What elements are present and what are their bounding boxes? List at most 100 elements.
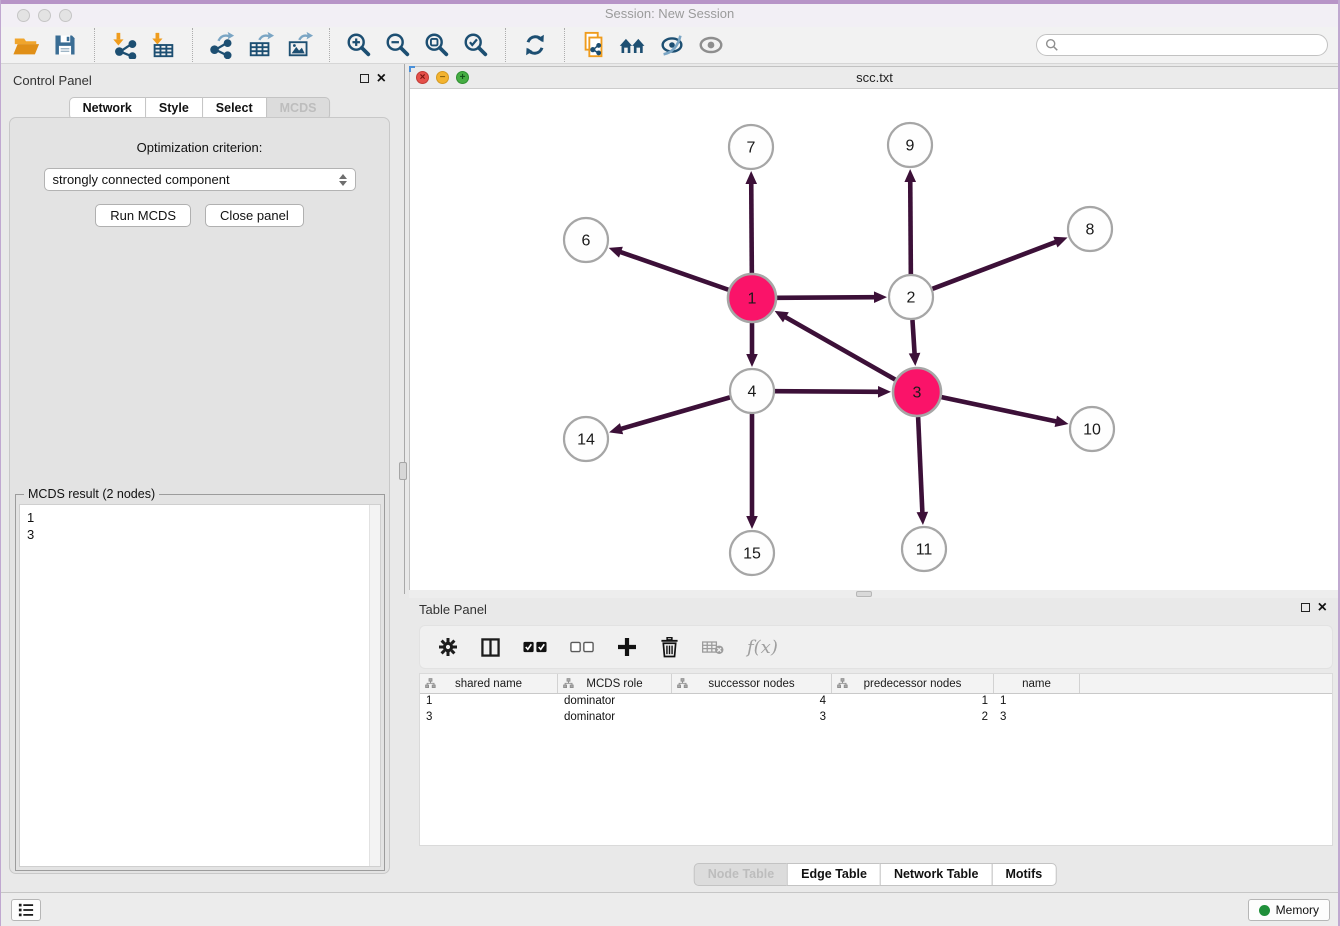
float-panel-icon[interactable]: [360, 74, 369, 83]
homes-icon[interactable]: [618, 30, 648, 60]
graph-node-label: 1: [748, 291, 757, 308]
delete-table-icon[interactable]: [702, 640, 724, 655]
graph-node-label: 8: [1086, 222, 1095, 239]
graph-node-label: 10: [1083, 422, 1101, 439]
tab-node-table[interactable]: Node Table: [694, 863, 788, 886]
table-cell[interactable]: dominator: [558, 694, 672, 710]
zoom-selected-icon[interactable]: [461, 30, 491, 60]
table-row[interactable]: 3dominator323: [420, 710, 1332, 726]
table-cell[interactable]: 4: [672, 694, 832, 710]
graph-edge-2-8[interactable]: [933, 241, 1058, 288]
table-cell[interactable]: 3: [994, 710, 1080, 726]
graph-node-label: 14: [577, 432, 595, 449]
column-header-mcds-role[interactable]: MCDS role: [558, 674, 672, 693]
zoom-out-icon[interactable]: [383, 30, 413, 60]
table-cell[interactable]: 3: [420, 710, 558, 726]
graph-edge-4-3[interactable]: [775, 391, 880, 392]
network-window-titlebar[interactable]: × − + scc.txt: [410, 67, 1339, 89]
zoom-in-icon[interactable]: [344, 30, 374, 60]
graph-edge-2-3[interactable]: [912, 320, 914, 355]
delete-row-trash-icon[interactable]: [660, 637, 679, 658]
edge-arrowhead: [1055, 416, 1069, 427]
control-panel-title: Control Panel: [13, 73, 92, 88]
table-panel-tabs: Node TableEdge TableNetwork TableMotifs: [694, 863, 1057, 886]
splitter-grip[interactable]: [399, 462, 407, 480]
graph-edge-1-7[interactable]: [751, 182, 752, 273]
table-cell[interactable]: 3: [672, 710, 832, 726]
graph-edge-3-10[interactable]: [941, 397, 1057, 422]
duplicate-network-icon[interactable]: [579, 30, 609, 60]
tab-motifs[interactable]: Motifs: [991, 863, 1056, 886]
column-header-predecessor-nodes[interactable]: predecessor nodes: [832, 674, 994, 693]
toolbar-separator: [564, 28, 565, 62]
criterion-dropdown[interactable]: strongly connected component: [44, 168, 356, 191]
graph-edge-3-1[interactable]: [784, 316, 895, 379]
close-panel-icon[interactable]: ×: [377, 74, 386, 83]
table-cell[interactable]: 1: [420, 694, 558, 710]
search-field[interactable]: [1036, 34, 1328, 56]
result-scrollbar[interactable]: [369, 505, 380, 866]
sort-tree-icon: [837, 678, 848, 689]
save-icon[interactable]: [50, 30, 80, 60]
eye-icon[interactable]: [696, 30, 726, 60]
edge-arrowhead: [609, 423, 623, 434]
run-mcds-button[interactable]: Run MCDS: [95, 204, 191, 227]
deselect-all-checkboxes-icon[interactable]: [570, 641, 594, 653]
eye-slash-icon[interactable]: [657, 30, 687, 60]
table-cell[interactable]: 1: [994, 694, 1080, 710]
mcds-result-group: MCDS result (2 nodes) 1 3: [15, 494, 385, 871]
tab-network-table[interactable]: Network Table: [880, 863, 993, 886]
column-header-successor-nodes[interactable]: successor nodes: [672, 674, 832, 693]
splitter-grip[interactable]: [856, 591, 872, 597]
close-panel-icon[interactable]: ×: [1318, 603, 1327, 612]
network-canvas[interactable]: 7968124314101511: [410, 89, 1339, 590]
toolbar-separator: [192, 28, 193, 62]
select-all-checkboxes-icon[interactable]: [523, 641, 547, 653]
edge-arrowhead: [878, 386, 891, 398]
table-cell[interactable]: 1: [832, 694, 994, 710]
tab-edge-table[interactable]: Edge Table: [787, 863, 881, 886]
refresh-layout-icon[interactable]: [520, 30, 550, 60]
add-row-icon[interactable]: [617, 637, 637, 657]
task-history-button[interactable]: [11, 899, 41, 921]
toolbar-separator: [505, 28, 506, 62]
graph-edge-3-11[interactable]: [918, 417, 922, 514]
control-panel: Control Panel × NetworkStyleSelectMCDS O…: [1, 64, 398, 892]
export-network-icon[interactable]: [207, 30, 237, 60]
memory-button[interactable]: Memory: [1248, 899, 1330, 921]
accent-strip: [1, 0, 1338, 4]
graph-edge-2-9[interactable]: [910, 180, 911, 274]
search-input[interactable]: [1064, 38, 1319, 52]
table-cell[interactable]: 2: [832, 710, 994, 726]
mcds-result-area[interactable]: 1 3: [19, 504, 381, 867]
close-panel-button[interactable]: Close panel: [205, 204, 304, 227]
column-header-name[interactable]: name: [994, 674, 1080, 693]
table-panel-title: Table Panel: [419, 602, 487, 617]
toggle-columns-icon[interactable]: [481, 638, 500, 657]
vertical-splitter[interactable]: [398, 64, 409, 892]
function-builder-icon[interactable]: f(x): [747, 637, 778, 658]
search-icon: [1045, 38, 1059, 52]
zoom-fit-icon[interactable]: [422, 30, 452, 60]
horizontal-splitter[interactable]: [409, 590, 1340, 598]
import-network-icon[interactable]: [109, 30, 139, 60]
open-folder-icon[interactable]: [11, 30, 41, 60]
column-header-label: predecessor nodes: [864, 678, 962, 690]
dropdown-stepper-icon: [339, 174, 347, 186]
edge-arrowhead: [746, 516, 758, 529]
import-table-icon[interactable]: [148, 30, 178, 60]
table-cell[interactable]: dominator: [558, 710, 672, 726]
network-window: × − + scc.txt 7968124314101511: [409, 66, 1340, 590]
export-image-icon[interactable]: [285, 30, 315, 60]
settings-gear-icon[interactable]: [438, 637, 458, 657]
export-table-icon[interactable]: [246, 30, 276, 60]
graph-edge-1-6[interactable]: [619, 252, 728, 290]
toolbar-separator: [94, 28, 95, 62]
table-row[interactable]: 1dominator411: [420, 694, 1332, 710]
mcds-result-text: 1 3: [20, 505, 380, 547]
graph-edge-4-14[interactable]: [620, 397, 730, 429]
graph-edge-1-2[interactable]: [777, 297, 876, 298]
float-panel-icon[interactable]: [1301, 603, 1310, 612]
edge-arrowhead: [745, 171, 757, 184]
column-header-shared-name[interactable]: shared name: [420, 674, 558, 693]
